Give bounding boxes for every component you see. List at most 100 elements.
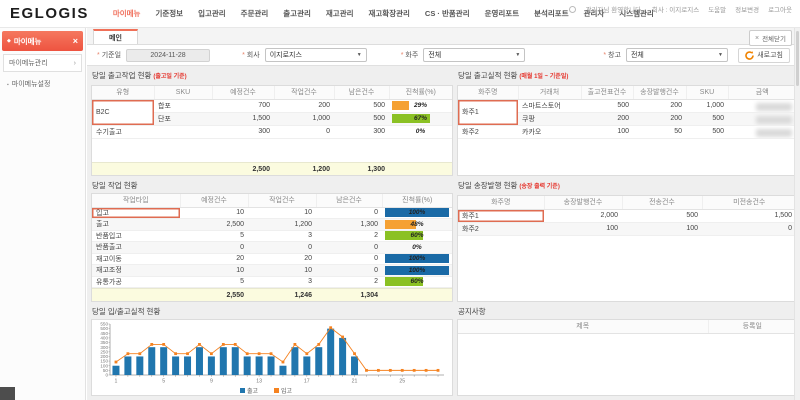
sidebar-item-mymenu-setting[interactable]: ▪마이메뉴설정 (0, 75, 85, 93)
bar-11 (232, 347, 239, 375)
nav-item-1[interactable]: 기준정보 (155, 8, 183, 19)
remaining-cell: 0 (316, 207, 382, 219)
amount-cell (728, 125, 796, 138)
progress-label: 100% (385, 254, 449, 263)
refresh-button[interactable]: 새로고침 (738, 48, 790, 63)
nav-item-7[interactable]: CS · 반품관리 (425, 8, 470, 19)
bar-14 (268, 356, 275, 375)
close-icon[interactable]: × (73, 36, 78, 46)
worked-cell: 1,200 (248, 219, 316, 231)
remaining-cell: 500 (334, 112, 389, 125)
notice-header-date: 등록일 (708, 320, 796, 333)
nav-item-4[interactable]: 출고관리 (283, 8, 311, 19)
total-row: 2,5501,2461,304 (92, 288, 452, 301)
shipper-select-value: 전체 (428, 50, 441, 60)
bar-5 (160, 347, 167, 375)
line-marker-13 (258, 352, 261, 355)
company-text: 회사 : 이지로지스 (652, 4, 699, 14)
profile-edit-link[interactable]: 정보변경 (735, 4, 759, 14)
nav-item-3[interactable]: 주문관리 (241, 8, 269, 19)
progress-label: 67% (392, 114, 449, 123)
unsent-cell: 0 (702, 222, 796, 235)
close-all-button[interactable]: × 전체닫기 (749, 30, 792, 46)
nav-item-8[interactable]: 운영리포트 (485, 8, 520, 19)
col-header-1: 거래처 (518, 86, 581, 99)
col-header-2: 출고전표건수 (581, 86, 633, 99)
worked-cell: 3 (248, 230, 316, 242)
panel-subtitle: (매월 1일 ~ 기준일) (519, 74, 568, 80)
progress-label: 48% (385, 220, 449, 229)
col-header-4: 남은건수 (334, 86, 389, 99)
table-empty-space (458, 236, 796, 302)
sidebar-item-mymenu-manage[interactable]: 마이메뉴관리 › (3, 54, 82, 72)
warehouse-select[interactable]: 전체▼ (626, 48, 728, 62)
col-header-3: 송장발행건수 (633, 86, 686, 99)
table-row: 재고조정10100100% (92, 265, 452, 277)
progress-label: 100% (385, 208, 449, 217)
work-type-cell: 출고 (92, 219, 180, 231)
scrollbar-thumb[interactable] (796, 31, 799, 86)
help-link[interactable]: 도움말 (708, 4, 726, 14)
nav-item-5[interactable]: 재고관리 (326, 8, 354, 19)
shipper-cell[interactable]: 화주1 (458, 209, 544, 222)
line-marker-22 (365, 369, 368, 372)
company-select[interactable]: 이지로지스▼ (265, 48, 367, 62)
progress-label: 60% (385, 231, 449, 240)
worked-cell: 1,000 (274, 112, 334, 125)
legend-swatch (274, 388, 279, 393)
bar-19 (327, 329, 334, 375)
chevron-down-icon: ▼ (718, 52, 723, 58)
progress-cell: 0% (389, 125, 452, 138)
panel-title: 당일 작업 현황 (92, 180, 453, 191)
panel-notice: 공지사항 제목 등록일 (457, 306, 797, 396)
total-cell: 1,300 (334, 163, 389, 176)
table-row: 화주2카카오10050500 (458, 125, 796, 138)
planned-cell: 1,500 (212, 112, 274, 125)
amount-redacted (756, 129, 792, 137)
line-marker-17 (305, 352, 308, 355)
type-cell[interactable]: B2C (92, 99, 154, 125)
svg-text:50: 50 (103, 368, 109, 373)
bar-16 (291, 347, 298, 375)
bottom-left-handle[interactable] (0, 387, 15, 400)
col-header-3: 남은건수 (316, 194, 382, 207)
line-marker-15 (282, 361, 285, 364)
bar-4 (148, 347, 155, 375)
nav-item-6[interactable]: 재고확장관리 (369, 8, 410, 19)
logout-link[interactable]: 로그아웃 (768, 4, 792, 14)
scrollbar-track[interactable] (794, 28, 800, 400)
shipper-cell[interactable]: 화주1 (458, 99, 518, 125)
inout-chart-svg: 0501001502002503003504004505005501591317… (92, 320, 448, 397)
nav-item-9[interactable]: 분석리포트 (534, 8, 569, 19)
nav-item-0[interactable]: 마이메뉴 (113, 8, 141, 19)
progress-label: 100% (385, 266, 449, 275)
required-mark: * (97, 52, 100, 59)
line-marker-20 (341, 336, 344, 339)
bar-2 (124, 356, 131, 375)
line-marker-14 (270, 352, 273, 355)
total-row: 2,5001,2001,300 (92, 162, 452, 175)
top-right-area: 관리자님 환영합니다. 회사 : 이지로지스 도움말 정보변경 로그아웃 (569, 4, 792, 14)
chevron-down-icon: ▼ (515, 52, 520, 58)
work-type-cell[interactable]: 입고 (92, 207, 180, 219)
total-cell: 2,500 (212, 163, 274, 176)
sku-type-cell: 단포 (154, 112, 212, 125)
sku-type-cell (154, 125, 212, 138)
shipper-select[interactable]: 전체 ▼ (423, 48, 525, 62)
chevron-right-icon: › (74, 60, 76, 67)
order-count-cell: 200 (581, 112, 633, 125)
table-row: 화주1스마트스토어5002001,000 (458, 99, 796, 112)
base-date-input[interactable]: 2024-11-28 (126, 49, 210, 62)
remaining-cell: 0 (316, 242, 382, 254)
svg-text:9: 9 (210, 379, 213, 385)
worked-cell: 200 (274, 99, 334, 112)
bar-1 (112, 366, 119, 375)
remaining-cell: 300 (334, 125, 389, 138)
shipper-cell: 화주2 (458, 222, 544, 235)
bar-13 (256, 356, 263, 375)
amount-redacted (756, 116, 792, 124)
nav-item-2[interactable]: 입고관리 (198, 8, 226, 19)
planned-cell: 5 (180, 276, 248, 288)
tab-main[interactable]: 메인 (93, 29, 138, 44)
shipper-filter-label: *화주 (401, 50, 419, 60)
